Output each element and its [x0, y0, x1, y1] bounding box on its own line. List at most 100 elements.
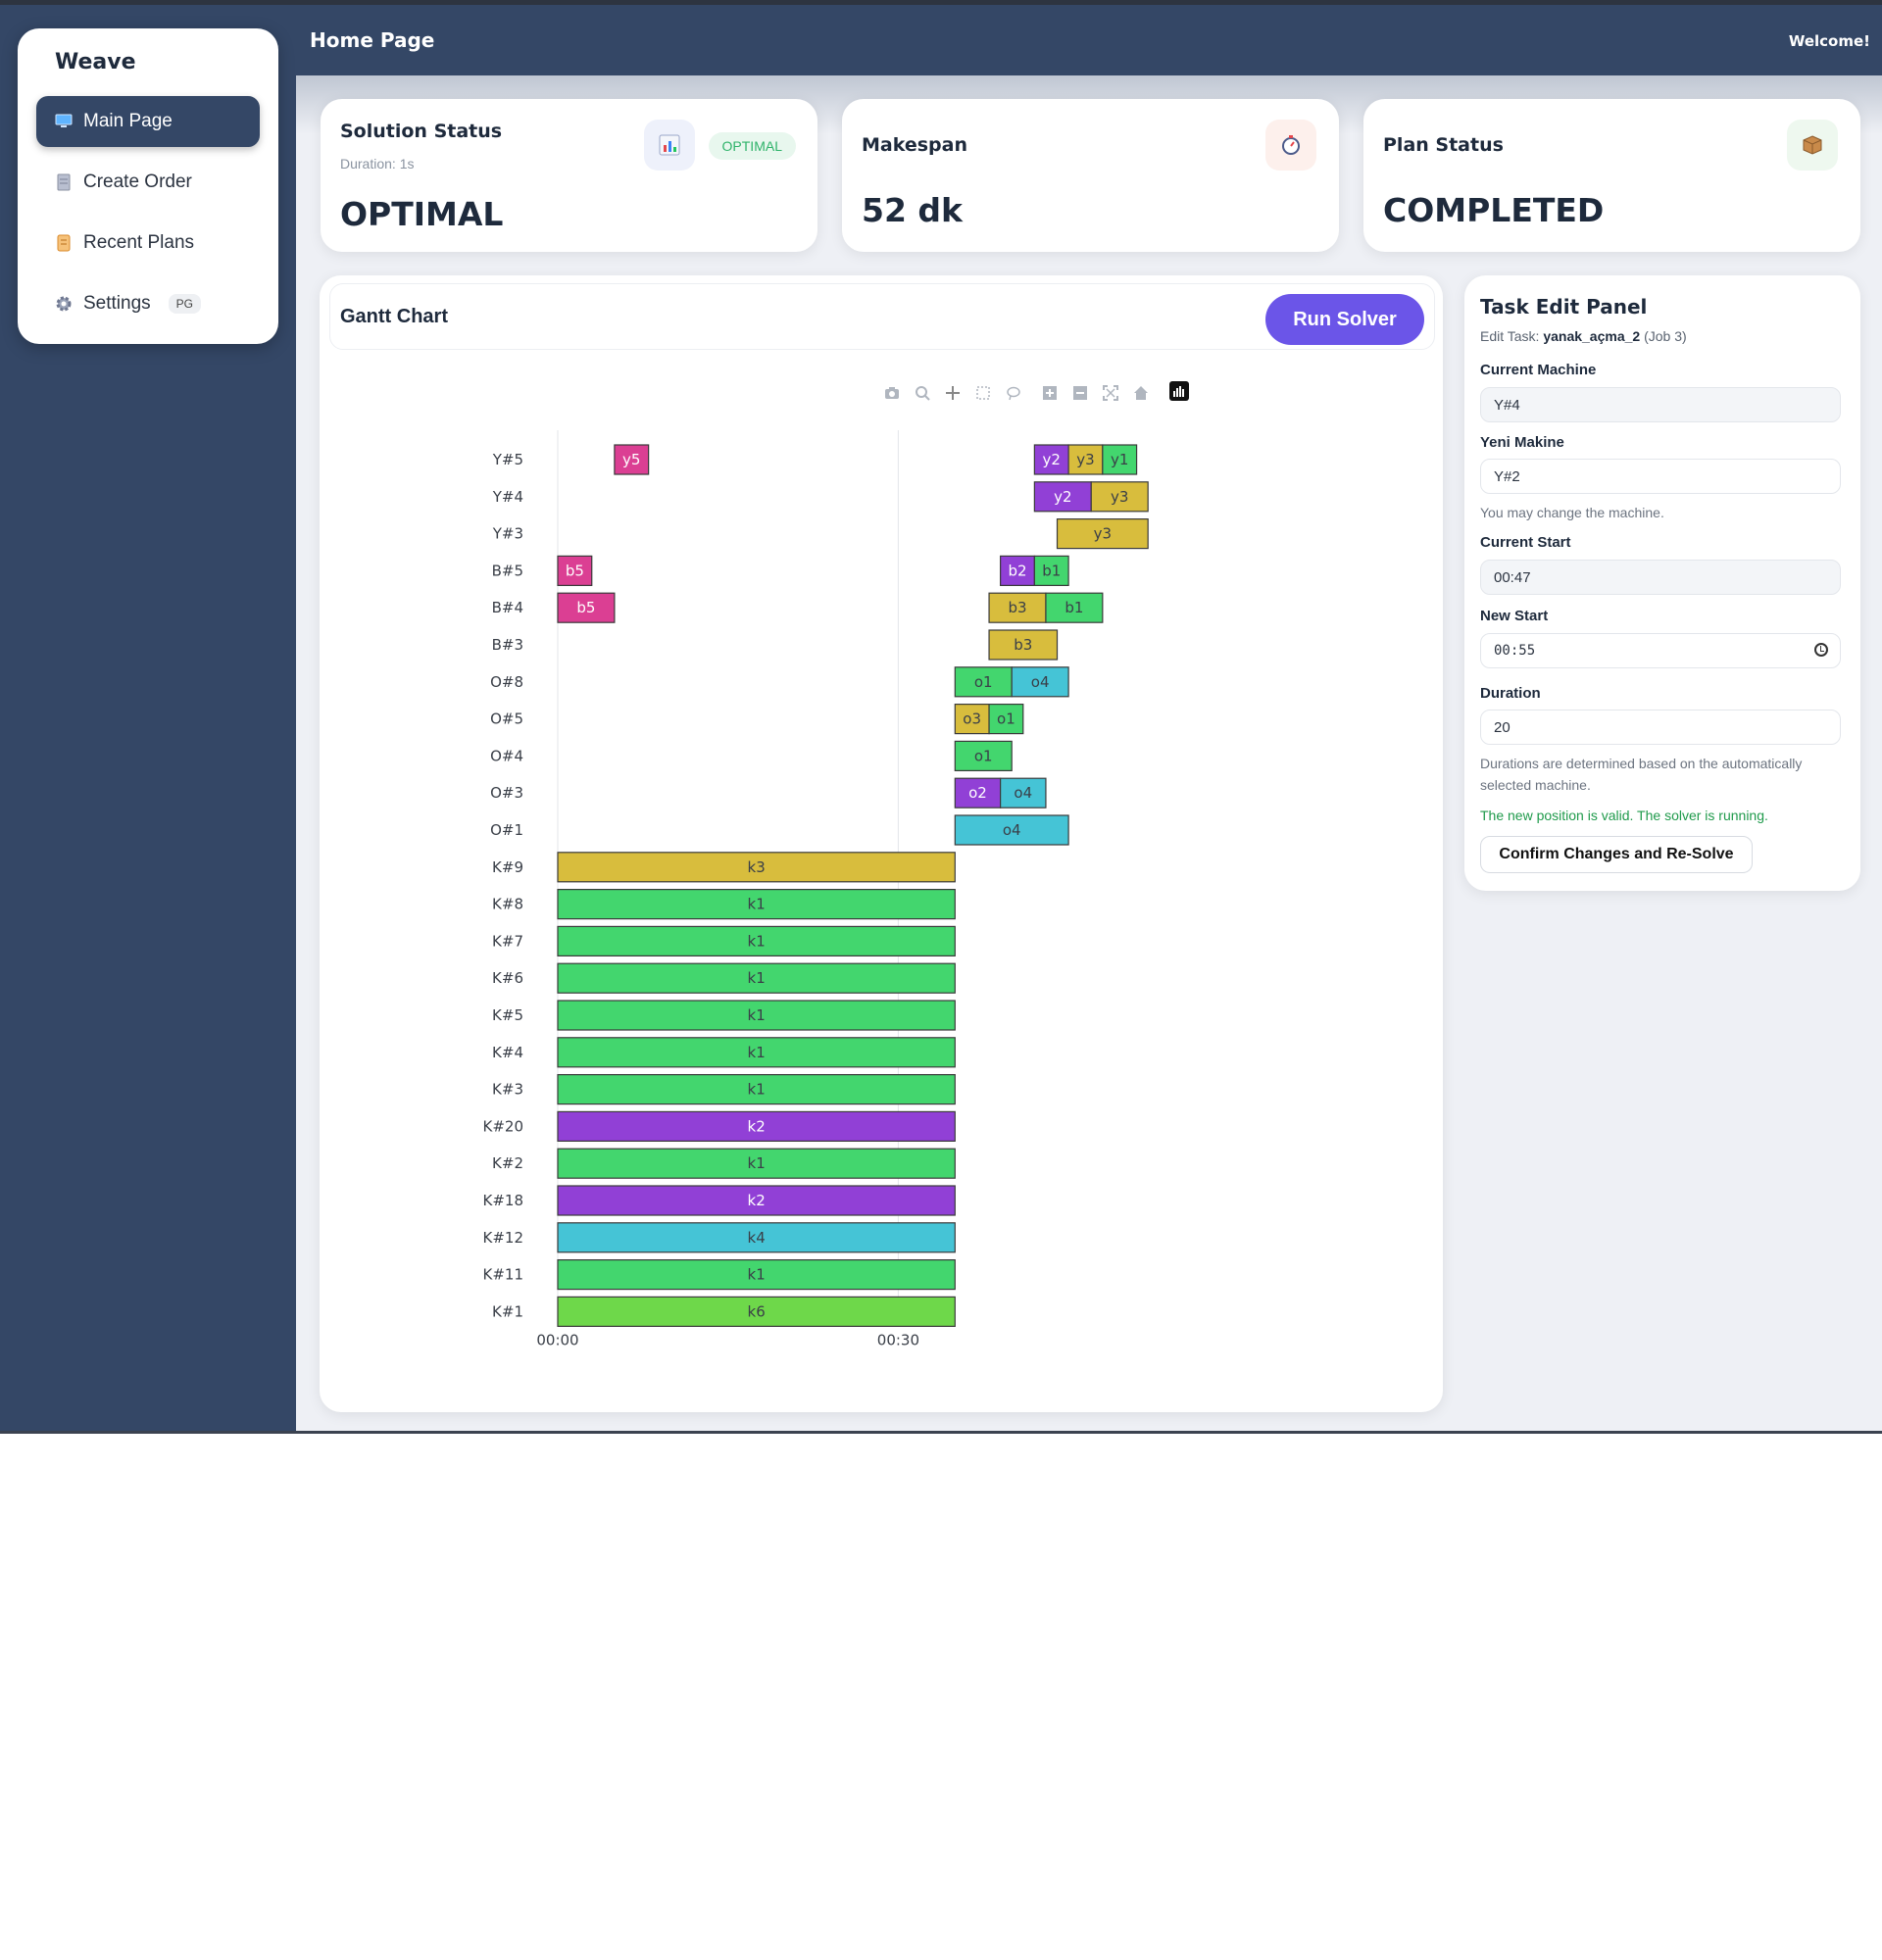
- sidebar-item-create-order[interactable]: Create Order: [36, 157, 260, 208]
- validation-message: The new position is valid. The solver is…: [1480, 808, 1768, 823]
- sidebar-item-label: Recent Plans: [83, 232, 195, 253]
- page-title: Home Page: [310, 28, 435, 52]
- gantt-bar[interactable]: k1: [557, 1037, 956, 1068]
- edit-task-name: yanak_açma_2: [1543, 328, 1641, 344]
- gantt-bar[interactable]: y2: [1033, 444, 1069, 475]
- row-label: Y#5: [492, 451, 523, 468]
- row-label: K#12: [483, 1229, 524, 1247]
- duration-input[interactable]: 20: [1480, 710, 1841, 745]
- gantt-bar[interactable]: k1: [557, 1000, 956, 1031]
- gantt-bar[interactable]: b3: [988, 592, 1047, 623]
- row-label: O#5: [490, 710, 523, 728]
- gantt-bar[interactable]: k1: [557, 1258, 956, 1291]
- row-label: K#20: [483, 1117, 524, 1135]
- gantt-bar[interactable]: b1: [1033, 555, 1069, 586]
- window-bottom-border: [0, 1431, 1882, 1434]
- gantt-bar[interactable]: k2: [557, 1185, 956, 1216]
- monitor-icon: [54, 113, 74, 130]
- gantt-bar-label: k1: [748, 896, 766, 913]
- gantt-bar-label: k2: [748, 1192, 766, 1209]
- current-start-field: 00:47: [1480, 560, 1841, 595]
- gantt-bar[interactable]: y1: [1102, 444, 1138, 475]
- bar-chart-icon: [644, 120, 695, 171]
- gantt-bar-label: o1: [974, 673, 993, 691]
- app-window: Weave Main Page Create Order Recent Plan…: [0, 0, 1882, 1433]
- gantt-bar[interactable]: k4: [557, 1222, 956, 1253]
- gantt-bar-label: y2: [1043, 451, 1061, 468]
- gantt-bar-label: y2: [1054, 488, 1071, 506]
- makespan-card: Makespan 52 dk: [842, 99, 1339, 252]
- gantt-bar[interactable]: o3: [954, 704, 990, 735]
- new-start-label: New Start: [1480, 608, 1549, 624]
- gantt-bar[interactable]: b5: [557, 592, 616, 623]
- edit-task-job: (Job 3): [1644, 328, 1687, 344]
- gantt-bar-label: k1: [748, 1154, 766, 1172]
- brand-title: Weave: [55, 50, 136, 74]
- gantt-bar[interactable]: k3: [557, 852, 956, 883]
- gantt-bar[interactable]: y3: [1090, 481, 1149, 513]
- settings-badge: PG: [168, 294, 201, 314]
- plan-status-card: Plan Status COMPLETED: [1363, 99, 1860, 252]
- gantt-bar-label: b3: [1008, 599, 1026, 616]
- gantt-bar[interactable]: o1: [954, 666, 1013, 698]
- x-tick-label: 00:30: [877, 1331, 919, 1348]
- gantt-bar[interactable]: k1: [557, 962, 956, 994]
- row-label: O#8: [490, 673, 523, 691]
- gantt-bar[interactable]: k1: [557, 888, 956, 920]
- gantt-bar-label: k1: [748, 1081, 766, 1099]
- gantt-bar[interactable]: y2: [1033, 481, 1092, 513]
- new-start-value: 00:55: [1494, 643, 1536, 659]
- gantt-bar[interactable]: o4: [1011, 666, 1069, 698]
- gantt-bar-label: b3: [1014, 636, 1032, 654]
- gantt-bar[interactable]: k1: [557, 1073, 956, 1105]
- solution-status-value: OPTIMAL: [340, 195, 504, 233]
- sidebar-item-recent-plans[interactable]: Recent Plans: [36, 218, 260, 269]
- gantt-bar-label: y3: [1094, 525, 1112, 543]
- row-label: B#5: [492, 562, 523, 579]
- package-icon: [1787, 120, 1838, 171]
- gantt-bar[interactable]: o2: [954, 777, 1002, 808]
- row-label: K#9: [492, 858, 523, 876]
- gantt-bar[interactable]: b3: [988, 629, 1059, 661]
- makespan-title: Makespan: [862, 134, 967, 156]
- gantt-bar[interactable]: o1: [954, 740, 1013, 771]
- welcome-text: Welcome!: [1788, 32, 1870, 50]
- row-label: O#3: [490, 784, 523, 802]
- stopwatch-icon: [1265, 120, 1316, 171]
- confirm-resolve-button[interactable]: Confirm Changes and Re-Solve: [1480, 836, 1753, 873]
- plan-status-value: COMPLETED: [1383, 191, 1605, 229]
- panel-title: Task Edit Panel: [1480, 295, 1648, 318]
- sidebar: Weave Main Page Create Order Recent Plan…: [0, 5, 296, 1433]
- solution-status-card: Solution Status Duration: 1s OPTIMAL OPT…: [321, 99, 817, 252]
- gantt-bar[interactable]: k2: [557, 1110, 956, 1143]
- gantt-bar-label: b2: [1008, 562, 1026, 579]
- scroll-icon: [54, 234, 74, 252]
- sidebar-item-settings[interactable]: Settings PG: [36, 278, 260, 329]
- gantt-bar-label: o3: [963, 710, 981, 728]
- gantt-bar-label: o1: [997, 710, 1015, 728]
- gantt-bar[interactable]: y3: [1056, 518, 1149, 550]
- gantt-bar[interactable]: o1: [988, 704, 1024, 735]
- row-label: K#7: [492, 932, 523, 950]
- gantt-bar[interactable]: y3: [1067, 444, 1104, 475]
- gantt-bar[interactable]: b1: [1045, 592, 1104, 623]
- gantt-bar[interactable]: o4: [1000, 777, 1047, 808]
- gantt-bar-label: k4: [748, 1229, 766, 1247]
- gantt-bar[interactable]: b2: [1000, 555, 1035, 586]
- gantt-bar[interactable]: y5: [614, 444, 650, 475]
- gantt-bar-label: o2: [968, 784, 987, 802]
- new-machine-select[interactable]: Y#2: [1480, 459, 1841, 494]
- edit-task-prefix: Edit Task:: [1480, 328, 1540, 344]
- gantt-bar[interactable]: k1: [557, 925, 956, 957]
- top-bar: Home Page Welcome!: [296, 5, 1882, 75]
- clock-icon[interactable]: [1814, 643, 1828, 657]
- gantt-bar[interactable]: b5: [557, 555, 593, 586]
- gantt-bar[interactable]: k6: [557, 1296, 956, 1328]
- sidebar-item-main-page[interactable]: Main Page: [36, 96, 260, 147]
- new-machine-label: Yeni Makine: [1480, 434, 1564, 451]
- gantt-bar[interactable]: o4: [954, 814, 1069, 846]
- new-start-time-input[interactable]: 00:55: [1480, 633, 1841, 668]
- gantt-bar[interactable]: k1: [557, 1148, 956, 1179]
- plan-status-title: Plan Status: [1383, 134, 1504, 156]
- solution-duration: Duration: 1s: [340, 156, 415, 172]
